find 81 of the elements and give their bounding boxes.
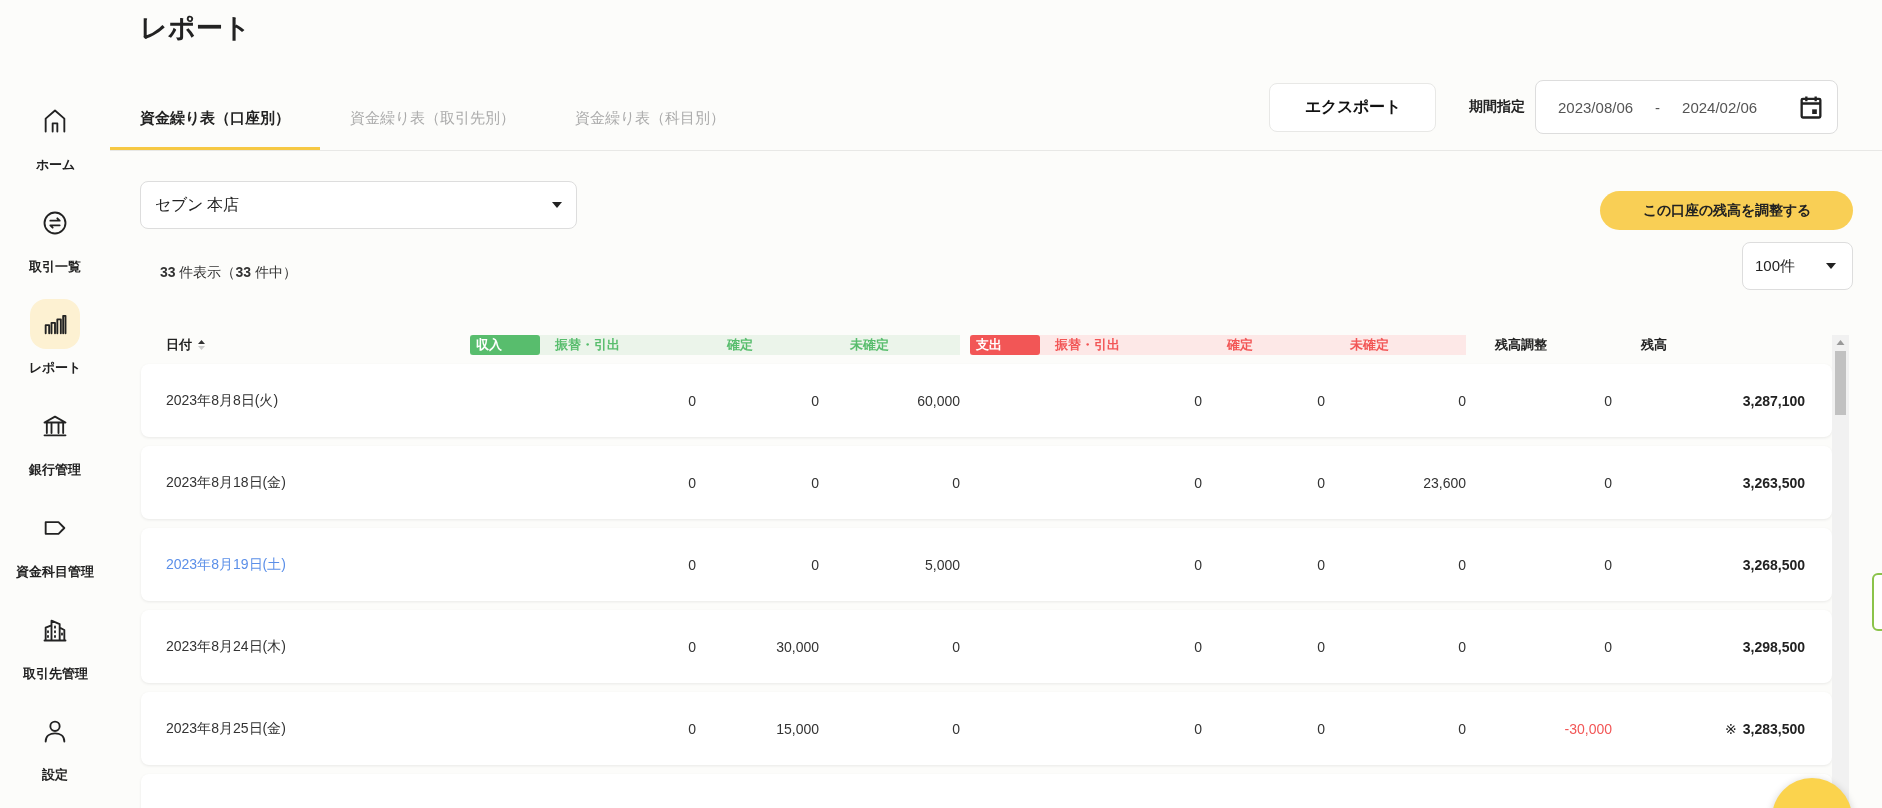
column-header: 振替・引出: [555, 336, 621, 354]
date-range-field[interactable]: 2023/08/06 - 2024/02/06: [1535, 80, 1838, 134]
amount-cell-text: 0: [1316, 720, 1325, 737]
table-row[interactable]: 2023年8月8日(火) 0 0 60,000 0 0 0 0 3,287,100: [141, 364, 1832, 437]
amount-cell-text: 0: [1193, 720, 1202, 737]
sidebar-item[interactable]: ホーム: [0, 96, 110, 198]
period-label: 期間指定: [1469, 98, 1525, 116]
adjustment-cell-text: 0: [1603, 638, 1612, 655]
adjust-balance-button[interactable]: この口座の残高を調整する: [1600, 191, 1853, 230]
export-button[interactable]: エクスポート: [1269, 82, 1436, 132]
page-size-select[interactable]: 100件: [1742, 242, 1853, 290]
account-select[interactable]: セブン 本店: [140, 181, 577, 229]
amount-cell-text: 0: [951, 474, 960, 491]
column-header: 確定: [727, 336, 754, 354]
amount-cell-text: 0: [1193, 556, 1202, 573]
amount-cell-text: 0: [687, 638, 696, 655]
sidebar-item[interactable]: レポート: [0, 299, 110, 402]
column-header: 未確定: [850, 336, 890, 354]
amount-cell-text: 0: [1193, 638, 1202, 655]
table-row[interactable]: 2023年8月18日(金) 0 0 0 0 0 23,600 0 3,263,500: [141, 446, 1832, 519]
column-header: 振替・引出: [1055, 336, 1121, 354]
adjustment-cell-text: 0: [1603, 556, 1612, 573]
date-cell-text: 2023年8月8日(火): [166, 391, 280, 410]
date-cell-text: 2023年8月18日(金): [166, 473, 287, 492]
adjustment-cell-text: 0: [1603, 474, 1612, 491]
table-row[interactable]: 2023年8月25日(金) 0 15,000 0 0 0 0 -30,000 ※ 3,283,500: [141, 692, 1832, 765]
amount-cell-text: 0: [687, 474, 696, 491]
balance-cell: 3,298,500: [1742, 638, 1805, 655]
column-header: 残高調整: [1494, 336, 1548, 354]
date-cell-text: 2023年8月24日(木): [166, 637, 287, 656]
sidebar-item[interactable]: 設定: [0, 706, 110, 808]
amount-cell-text: 0: [1193, 474, 1202, 491]
record-count: 33 件表示（33 件中）: [160, 264, 298, 282]
amount-cell-text: 0: [1457, 720, 1466, 737]
amount-cell-text: 15,000: [775, 720, 819, 737]
caret-icon: [1826, 263, 1836, 269]
balance-cell: 3,287,100: [1742, 392, 1805, 409]
amount-cell-text: 0: [951, 638, 960, 655]
amount-cell-text: 0: [1316, 392, 1325, 409]
amount-cell-text: 30,000: [775, 638, 819, 655]
sidebar-item[interactable]: 取引一覧: [0, 197, 110, 300]
date-cell-text: 2023年8月25日(金): [166, 719, 287, 738]
balance-cell: 3,268,500: [1742, 556, 1805, 573]
amount-cell-text: 0: [1193, 392, 1202, 409]
amount-cell-text: 0: [810, 556, 819, 573]
category-badge: 支出: [970, 335, 1040, 355]
amount-cell-text: 60,000: [916, 392, 960, 409]
amount-cell-text: 0: [810, 392, 819, 409]
sort-icon: [198, 340, 205, 350]
column-header: 確定: [1227, 336, 1254, 354]
category-badge: 収入: [470, 335, 540, 355]
amount-cell-text: 0: [810, 474, 819, 491]
note-mark: ※: [1724, 720, 1737, 737]
date-cell-text: 2023年8月19日(土): [166, 555, 287, 574]
column-header[interactable]: 日付: [166, 336, 470, 354]
amount-cell-text: 0: [1457, 556, 1466, 573]
sidebar-item[interactable]: 取引先管理: [0, 604, 110, 707]
balance-cell: 3,283,500: [1742, 720, 1805, 737]
column-header: 未確定: [1350, 336, 1390, 354]
sidebar-item[interactable]: 資金科目管理: [0, 502, 110, 605]
balance-cell: 3,263,500: [1742, 474, 1805, 491]
amount-cell-text: 23,600: [1422, 474, 1466, 491]
amount-cell-text: 0: [1316, 638, 1325, 655]
column-header: 残高: [1640, 336, 1668, 354]
tab[interactable]: 資金繰り表（口座別）: [110, 70, 320, 150]
amount-cell-text: 0: [687, 392, 696, 409]
amount-cell-text: 0: [1316, 474, 1325, 491]
amount-cell-text: 0: [951, 720, 960, 737]
amount-cell-text: 0: [1316, 556, 1325, 573]
sidebar-item[interactable]: 銀行管理: [0, 401, 110, 503]
caret-icon: [552, 202, 562, 208]
adjustment-cell-text: -30,000: [1563, 720, 1612, 737]
amount-cell-text: 0: [1457, 638, 1466, 655]
amount-cell-text: 5,000: [923, 556, 960, 573]
page-title: レポート: [140, 12, 251, 45]
table-row[interactable]: 2023年8月19日(土) 0 0 5,000 0 0 0 0 3,268,500: [141, 528, 1832, 601]
amount-cell-text: 0: [687, 556, 696, 573]
adjustment-cell-text: 0: [1603, 392, 1612, 409]
amount-cell-text: 0: [1457, 392, 1466, 409]
table-row[interactable]: 2023年8月24日(木) 0 30,000 0 0 0 0 0 3,298,500: [141, 610, 1832, 683]
amount-cell-text: 0: [687, 720, 696, 737]
